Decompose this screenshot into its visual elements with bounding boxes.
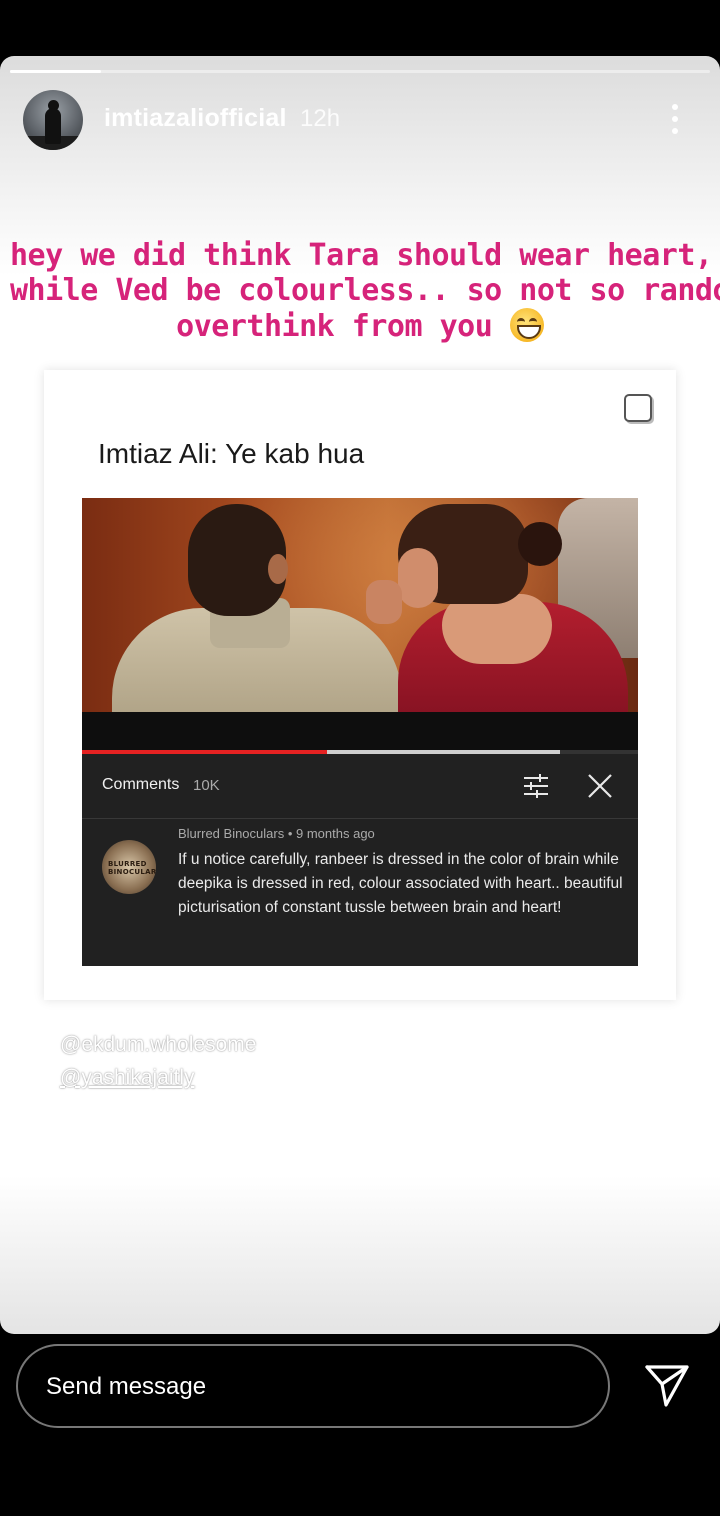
mention-tag-2[interactable]: @yashikajaitly	[60, 1061, 256, 1094]
sort-filter-icon	[524, 774, 548, 798]
story-progress-bar	[10, 70, 710, 73]
caption-line-3: overthink from you	[176, 309, 493, 344]
comments-count: 10K	[193, 777, 220, 794]
grinning-face-emoji-icon	[509, 308, 544, 342]
comments-header: Comments 10K	[82, 754, 638, 819]
video-frame	[82, 498, 638, 712]
story-caption: hey we did think Tara should wear heart,…	[10, 238, 720, 344]
mention-tag-1[interactable]: @ekdum.wholesome	[60, 1028, 256, 1061]
comments-label: Comments	[102, 776, 180, 793]
video-letterbox	[82, 712, 638, 750]
mention-tags: @ekdum.wholesome @yashikajaitly	[60, 1028, 256, 1094]
comment-author: Blurred Binoculars	[178, 826, 285, 841]
comment-age: 9 months ago	[296, 826, 375, 841]
caption-line-1: hey we did think Tara should wear heart,	[10, 238, 713, 273]
comments-panel: Comments 10K BLURRED BINOCULARS	[82, 754, 638, 966]
caption-line-3-wrap: overthink from you	[10, 308, 710, 344]
comment-text: If u notice carefully, ranbeer is dresse…	[178, 851, 623, 916]
story-progress-fill	[10, 70, 101, 73]
meme-card: Imtiaz Ali: Ye kab hua Comments 10K BLUR…	[44, 370, 676, 1000]
caption-line-2: while Ved be colourless.. so not so rand…	[10, 273, 720, 308]
checkbox-icon	[624, 394, 652, 422]
more-options-icon[interactable]	[664, 102, 686, 136]
profile-avatar[interactable]	[23, 90, 83, 150]
comment-meta: Blurred Binoculars • 9 months ago	[178, 826, 375, 841]
story-frame[interactable]: imtiazaliofficial 12h hey we did think T…	[0, 56, 720, 1334]
send-message-input[interactable]: Send message	[16, 1344, 610, 1428]
username[interactable]: imtiazaliofficial	[104, 104, 287, 133]
post-time: 12h	[300, 105, 341, 132]
send-direct-icon[interactable]	[644, 1364, 690, 1408]
commenter-avatar: BLURRED BINOCULARS	[102, 840, 156, 894]
message-placeholder: Send message	[46, 1373, 207, 1400]
meme-title: Imtiaz Ali: Ye kab hua	[98, 438, 365, 469]
close-icon	[588, 774, 612, 798]
